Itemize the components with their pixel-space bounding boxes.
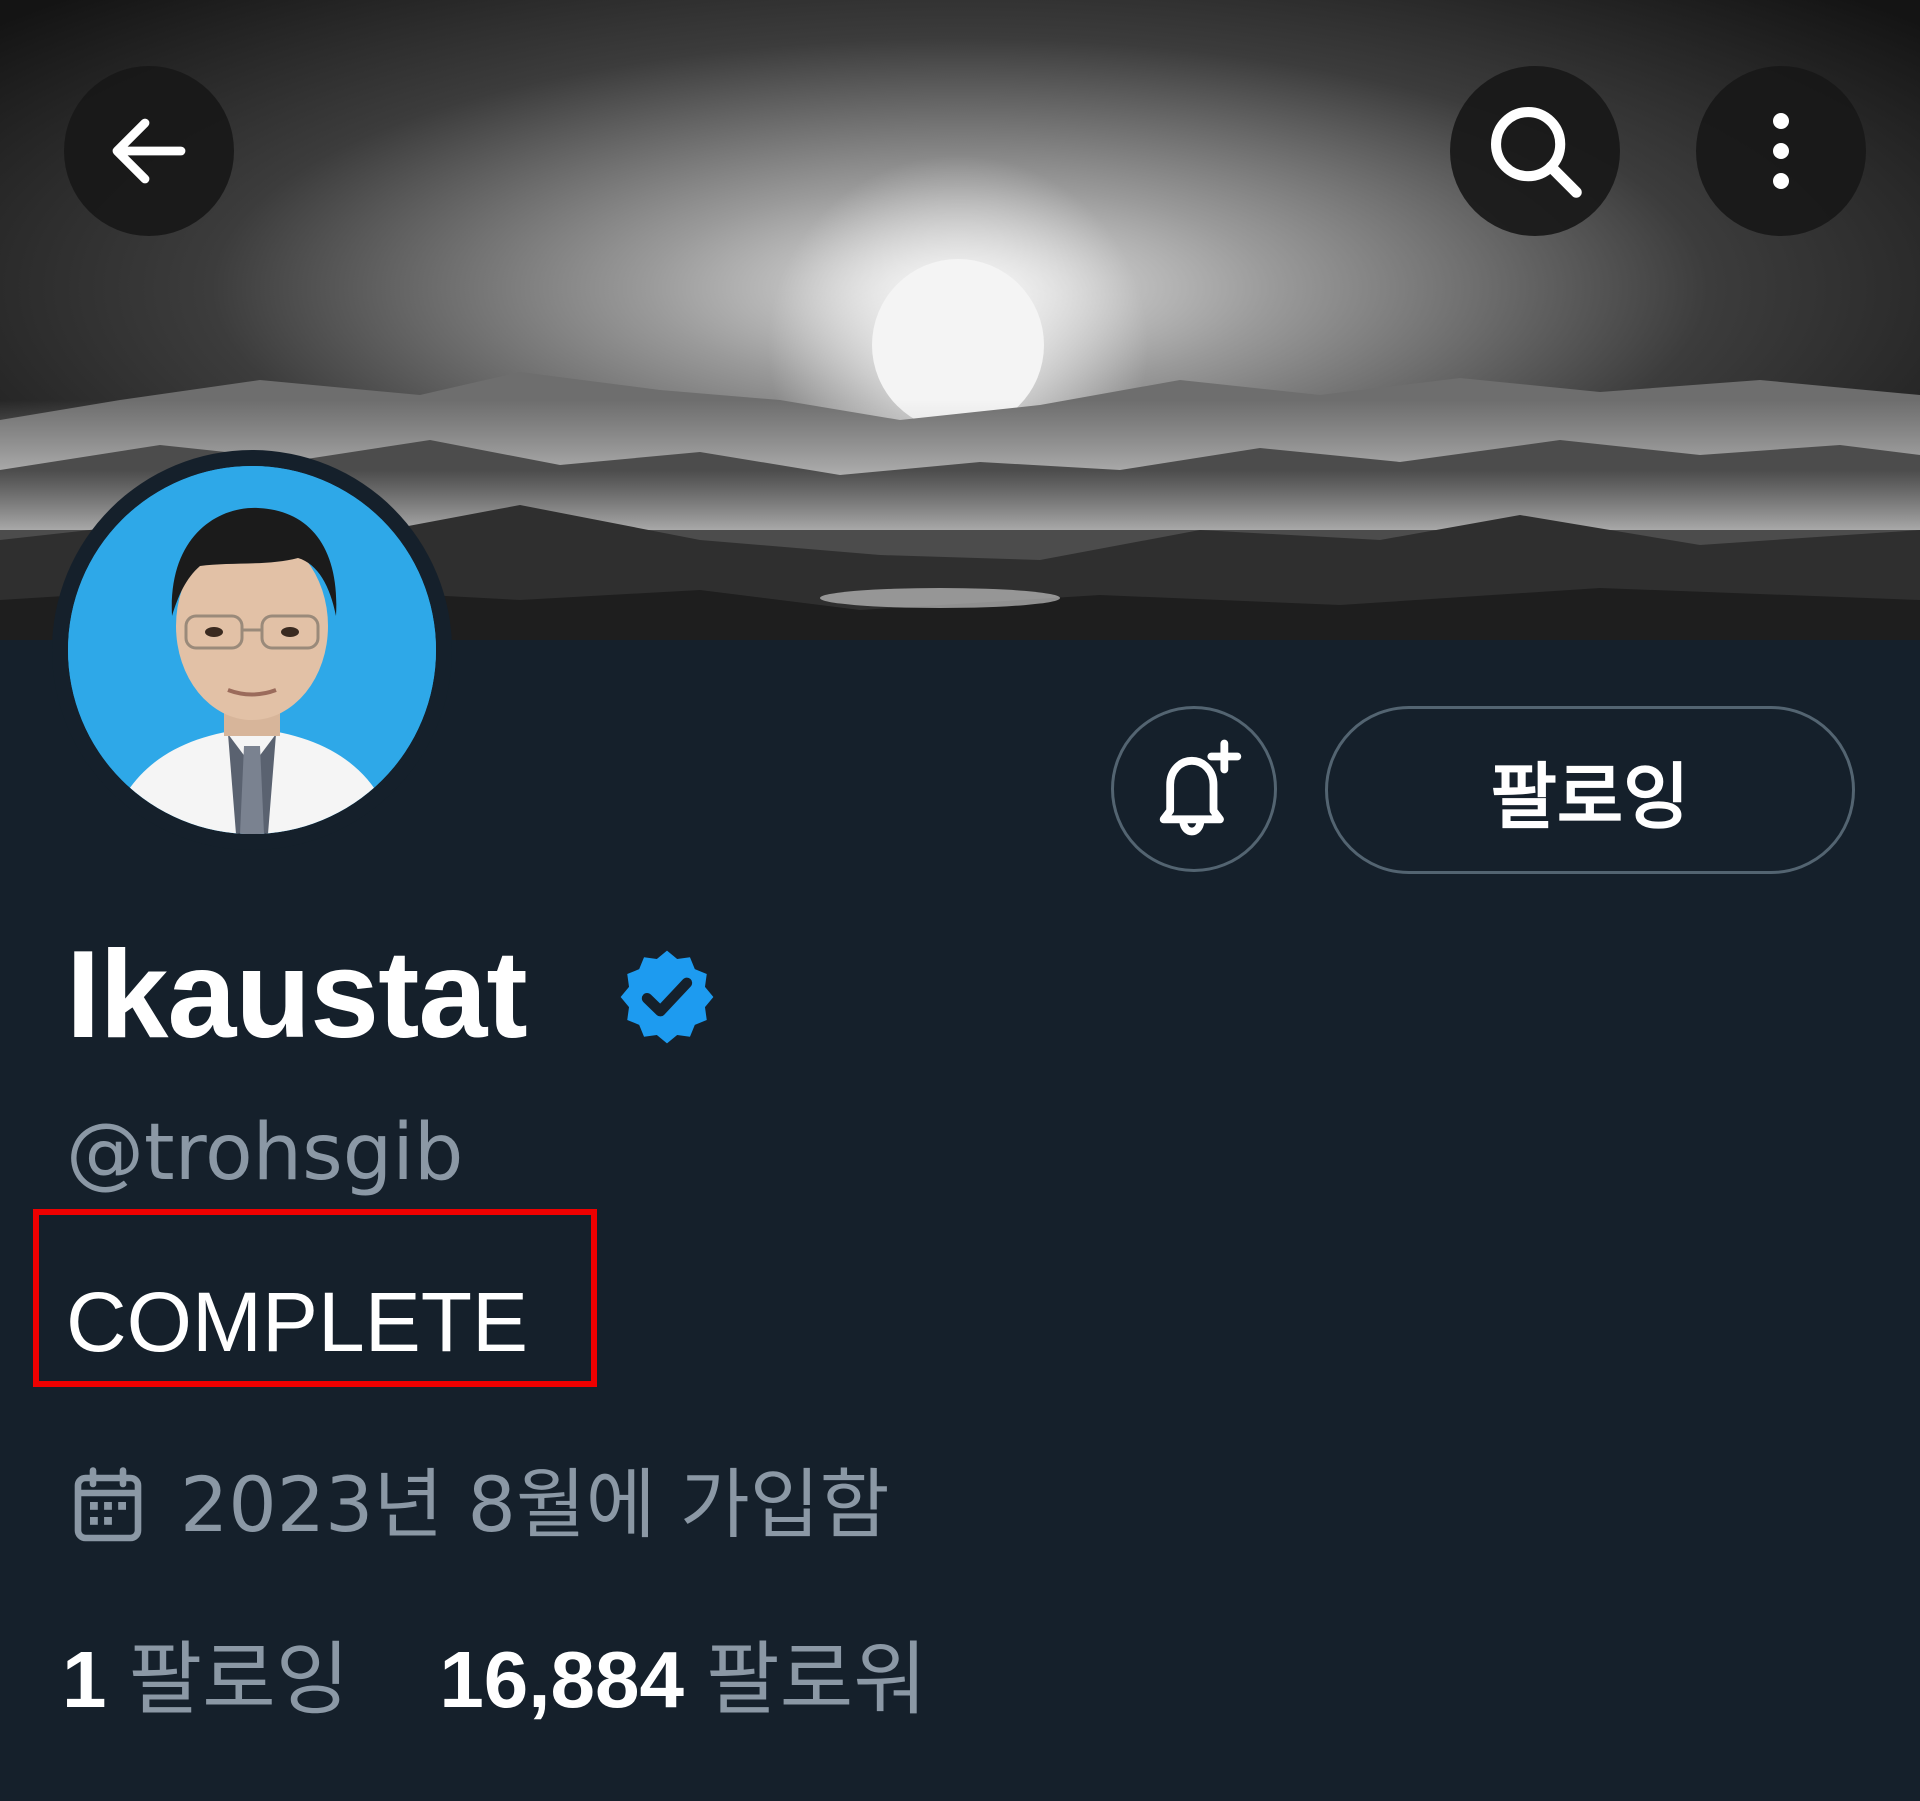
back-button[interactable] <box>64 66 234 236</box>
join-date: 2023년 8월에 가입함 <box>72 1455 890 1555</box>
calendar-icon <box>74 1467 142 1542</box>
search-icon <box>1491 107 1582 198</box>
bell-plus-icon <box>1159 739 1242 836</box>
search-button[interactable] <box>1450 66 1620 236</box>
bio-highlight-box <box>33 1209 597 1387</box>
more-options-button[interactable] <box>1696 66 1866 236</box>
more-vertical-icon <box>1773 113 1789 189</box>
following-button[interactable]: 팔로잉 <box>1325 706 1855 874</box>
notification-button[interactable] <box>1111 706 1277 872</box>
following-count[interactable]: 1 <box>62 1630 107 1730</box>
arrow-left-icon <box>112 118 186 184</box>
verified-badge-icon <box>620 950 714 1044</box>
join-date-text: 2023년 8월에 가입함 <box>180 1460 890 1549</box>
display-name: Ikaustat <box>66 926 528 1064</box>
following-label[interactable]: 팔로잉 <box>129 1630 350 1730</box>
followers-label[interactable]: 팔로워 <box>706 1630 927 1730</box>
avatar[interactable] <box>68 466 436 834</box>
user-handle: @trohsgib <box>66 1108 464 1198</box>
followers-count[interactable]: 16,884 <box>439 1630 684 1730</box>
follow-stats: 1 팔로잉 16,884 팔로워 <box>62 1630 927 1730</box>
